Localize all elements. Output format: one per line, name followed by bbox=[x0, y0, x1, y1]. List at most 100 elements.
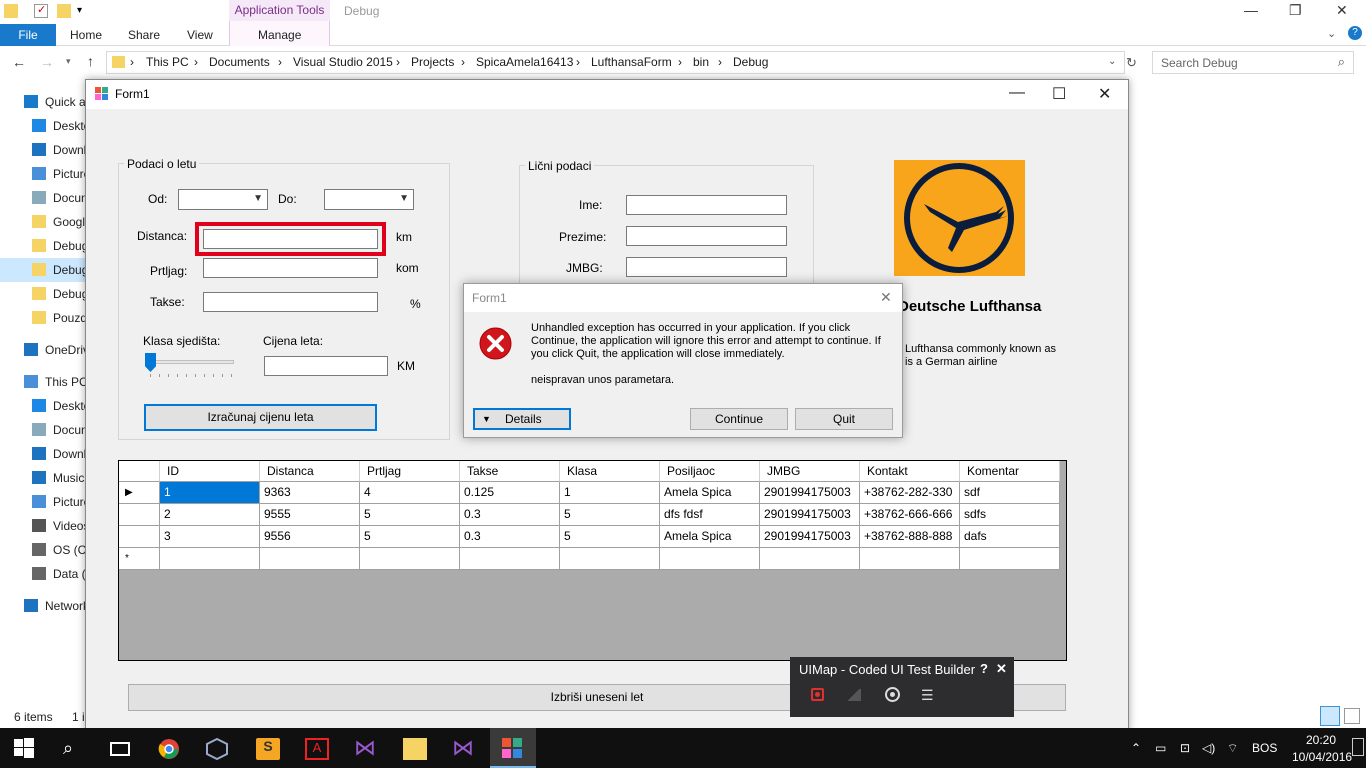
breadcrumb-bin[interactable]: bin bbox=[693, 55, 709, 69]
grid-row-header[interactable] bbox=[119, 504, 160, 526]
grid-new-row-cell[interactable] bbox=[860, 548, 960, 570]
breadcrumb-this-pc[interactable]: This PC bbox=[146, 55, 189, 69]
grid-new-row-cell[interactable] bbox=[660, 548, 760, 570]
sidebar-item[interactable]: Pictures bbox=[0, 162, 86, 186]
volume-icon[interactable]: ◁) bbox=[1202, 741, 1215, 755]
grid-cell[interactable]: sdf bbox=[960, 482, 1060, 504]
grid-column-header[interactable]: ID bbox=[160, 461, 260, 482]
battery-icon[interactable]: ⊡ bbox=[1180, 741, 1190, 755]
grid-cell[interactable]: 5 bbox=[360, 504, 460, 526]
address-dropdown-icon[interactable]: ⌄ bbox=[1108, 56, 1116, 67]
grid-cell[interactable]: 1 bbox=[160, 482, 260, 504]
properties-icon[interactable]: ✓ bbox=[34, 4, 48, 18]
grid-cell[interactable]: 4 bbox=[360, 482, 460, 504]
grid-cell[interactable]: 9555 bbox=[260, 504, 360, 526]
coded-ui-help-icon[interactable]: ? bbox=[980, 661, 988, 676]
form-maximize-icon[interactable]: ☐ bbox=[1052, 84, 1066, 104]
folder-icon[interactable] bbox=[4, 4, 18, 18]
grid-cell[interactable]: 2901994175003 bbox=[760, 504, 860, 526]
grid-column-header[interactable]: Posiljaoc bbox=[660, 461, 760, 482]
grid-new-row-header[interactable]: * bbox=[119, 548, 160, 570]
breadcrumb-documents[interactable]: Documents bbox=[209, 55, 270, 69]
from-combo[interactable]: ▼ bbox=[178, 189, 268, 210]
breadcrumb-lufthansaform[interactable]: LufthansaForm bbox=[591, 55, 672, 69]
sidebar-item[interactable]: Documents bbox=[0, 186, 86, 210]
show-recorded-steps-icon[interactable] bbox=[845, 689, 861, 701]
chrome-icon[interactable] bbox=[158, 738, 182, 760]
show-hidden-icons-icon[interactable]: ⌃ bbox=[1131, 741, 1141, 755]
tab-file[interactable]: File bbox=[0, 24, 56, 46]
continue-button[interactable]: Continue bbox=[690, 408, 788, 430]
grid-row-header[interactable] bbox=[119, 526, 160, 548]
sidebar-item[interactable]: Network bbox=[0, 594, 86, 618]
sidebar-item[interactable]: Debug bbox=[0, 234, 86, 258]
sidebar-item[interactable]: Videos bbox=[0, 514, 86, 538]
restore-icon[interactable]: ❐ bbox=[1289, 2, 1302, 19]
visual-studio-icon[interactable]: ⋈ bbox=[354, 737, 378, 760]
jmbg-input[interactable] bbox=[626, 257, 787, 277]
breadcrumb-debug[interactable]: Debug bbox=[733, 55, 768, 69]
grid-new-row-cell[interactable] bbox=[260, 548, 360, 570]
grid-cell[interactable]: Amela Spica bbox=[660, 526, 760, 548]
grid-corner[interactable] bbox=[119, 461, 160, 482]
forward-icon[interactable]: → bbox=[40, 54, 54, 70]
grid-cell[interactable]: 3 bbox=[160, 526, 260, 548]
grid-new-row-cell[interactable] bbox=[960, 548, 1060, 570]
grid-column-header[interactable]: Takse bbox=[460, 461, 560, 482]
grid-cell[interactable]: 5 bbox=[360, 526, 460, 548]
sidebar-item[interactable]: This PC bbox=[0, 370, 86, 394]
search-icon[interactable]: ⌕ bbox=[63, 738, 87, 760]
calculate-price-button[interactable]: Izračunaj cijenu leta bbox=[144, 404, 377, 431]
grid-cell[interactable]: 1 bbox=[560, 482, 660, 504]
to-combo[interactable]: ▼ bbox=[324, 189, 414, 210]
quit-button[interactable]: Quit bbox=[795, 408, 893, 430]
minimize-icon[interactable]: — bbox=[1244, 2, 1258, 18]
virtualbox-icon[interactable] bbox=[206, 737, 230, 761]
sidebar-item[interactable]: Desktop bbox=[0, 394, 86, 418]
grid-cell[interactable]: 9556 bbox=[260, 526, 360, 548]
sidebar-item[interactable]: OS (C:) bbox=[0, 538, 86, 562]
luggage-input[interactable] bbox=[203, 258, 378, 278]
record-icon[interactable] bbox=[811, 688, 824, 701]
tab-home[interactable]: Home bbox=[70, 28, 102, 42]
help-icon[interactable]: ? bbox=[1348, 26, 1362, 40]
grid-column-header[interactable]: JMBG bbox=[760, 461, 860, 482]
dialog-close-icon[interactable]: ✕ bbox=[880, 289, 892, 306]
clock-date[interactable]: 10/04/2016 bbox=[1292, 750, 1352, 764]
coded-ui-close-icon[interactable]: ✕ bbox=[996, 661, 1007, 677]
back-icon[interactable]: ← bbox=[12, 54, 26, 70]
grid-cell[interactable]: 2901994175003 bbox=[760, 482, 860, 504]
form-close-icon[interactable]: ✕ bbox=[1098, 84, 1111, 104]
form-minimize-icon[interactable]: — bbox=[1009, 84, 1025, 102]
grid-cell[interactable]: 0.3 bbox=[460, 504, 560, 526]
generate-code-icon[interactable]: ☰ bbox=[921, 687, 934, 704]
grid-column-header[interactable]: Prtljag bbox=[360, 461, 460, 482]
grid-new-row-cell[interactable] bbox=[360, 548, 460, 570]
grid-cell[interactable]: +38762-282-330 bbox=[860, 482, 960, 504]
flights-grid[interactable]: ID Distanca Prtljag Takse Klasa Posiljaoc JMBG… bbox=[118, 460, 1067, 661]
seat-class-slider[interactable] bbox=[148, 360, 234, 364]
grid-cell[interactable]: 2 bbox=[160, 504, 260, 526]
grid-column-header[interactable]: Distanca bbox=[260, 461, 360, 482]
up-icon[interactable]: ↑ bbox=[87, 53, 94, 69]
clock-time[interactable]: 20:20 bbox=[1306, 733, 1336, 747]
grid-column-header[interactable]: Kontakt bbox=[860, 461, 960, 482]
sidebar-item[interactable]: Documents bbox=[0, 418, 86, 442]
tab-share[interactable]: Share bbox=[128, 28, 160, 42]
expand-ribbon-icon[interactable]: ⌄ bbox=[1327, 27, 1336, 40]
visual-studio-icon[interactable]: ⋈ bbox=[452, 737, 476, 760]
breadcrumb-project[interactable]: SpicaAmela16413 bbox=[476, 55, 573, 69]
sidebar-item[interactable]: Music bbox=[0, 466, 86, 490]
grid-cell[interactable]: 9363 bbox=[260, 482, 360, 504]
price-input[interactable] bbox=[264, 356, 388, 376]
grid-cell[interactable]: sdfs bbox=[960, 504, 1060, 526]
sidebar-item[interactable]: Data (D:) bbox=[0, 562, 86, 586]
task-view-icon[interactable] bbox=[110, 738, 134, 760]
sidebar-item[interactable]: OneDrive bbox=[0, 338, 86, 362]
grid-cell[interactable]: 0.3 bbox=[460, 526, 560, 548]
form1-taskbar-button[interactable] bbox=[490, 728, 536, 768]
grid-new-row-cell[interactable] bbox=[160, 548, 260, 570]
start-icon[interactable] bbox=[14, 738, 38, 760]
grid-new-row-cell[interactable] bbox=[460, 548, 560, 570]
grid-column-header[interactable]: Komentar bbox=[960, 461, 1060, 482]
